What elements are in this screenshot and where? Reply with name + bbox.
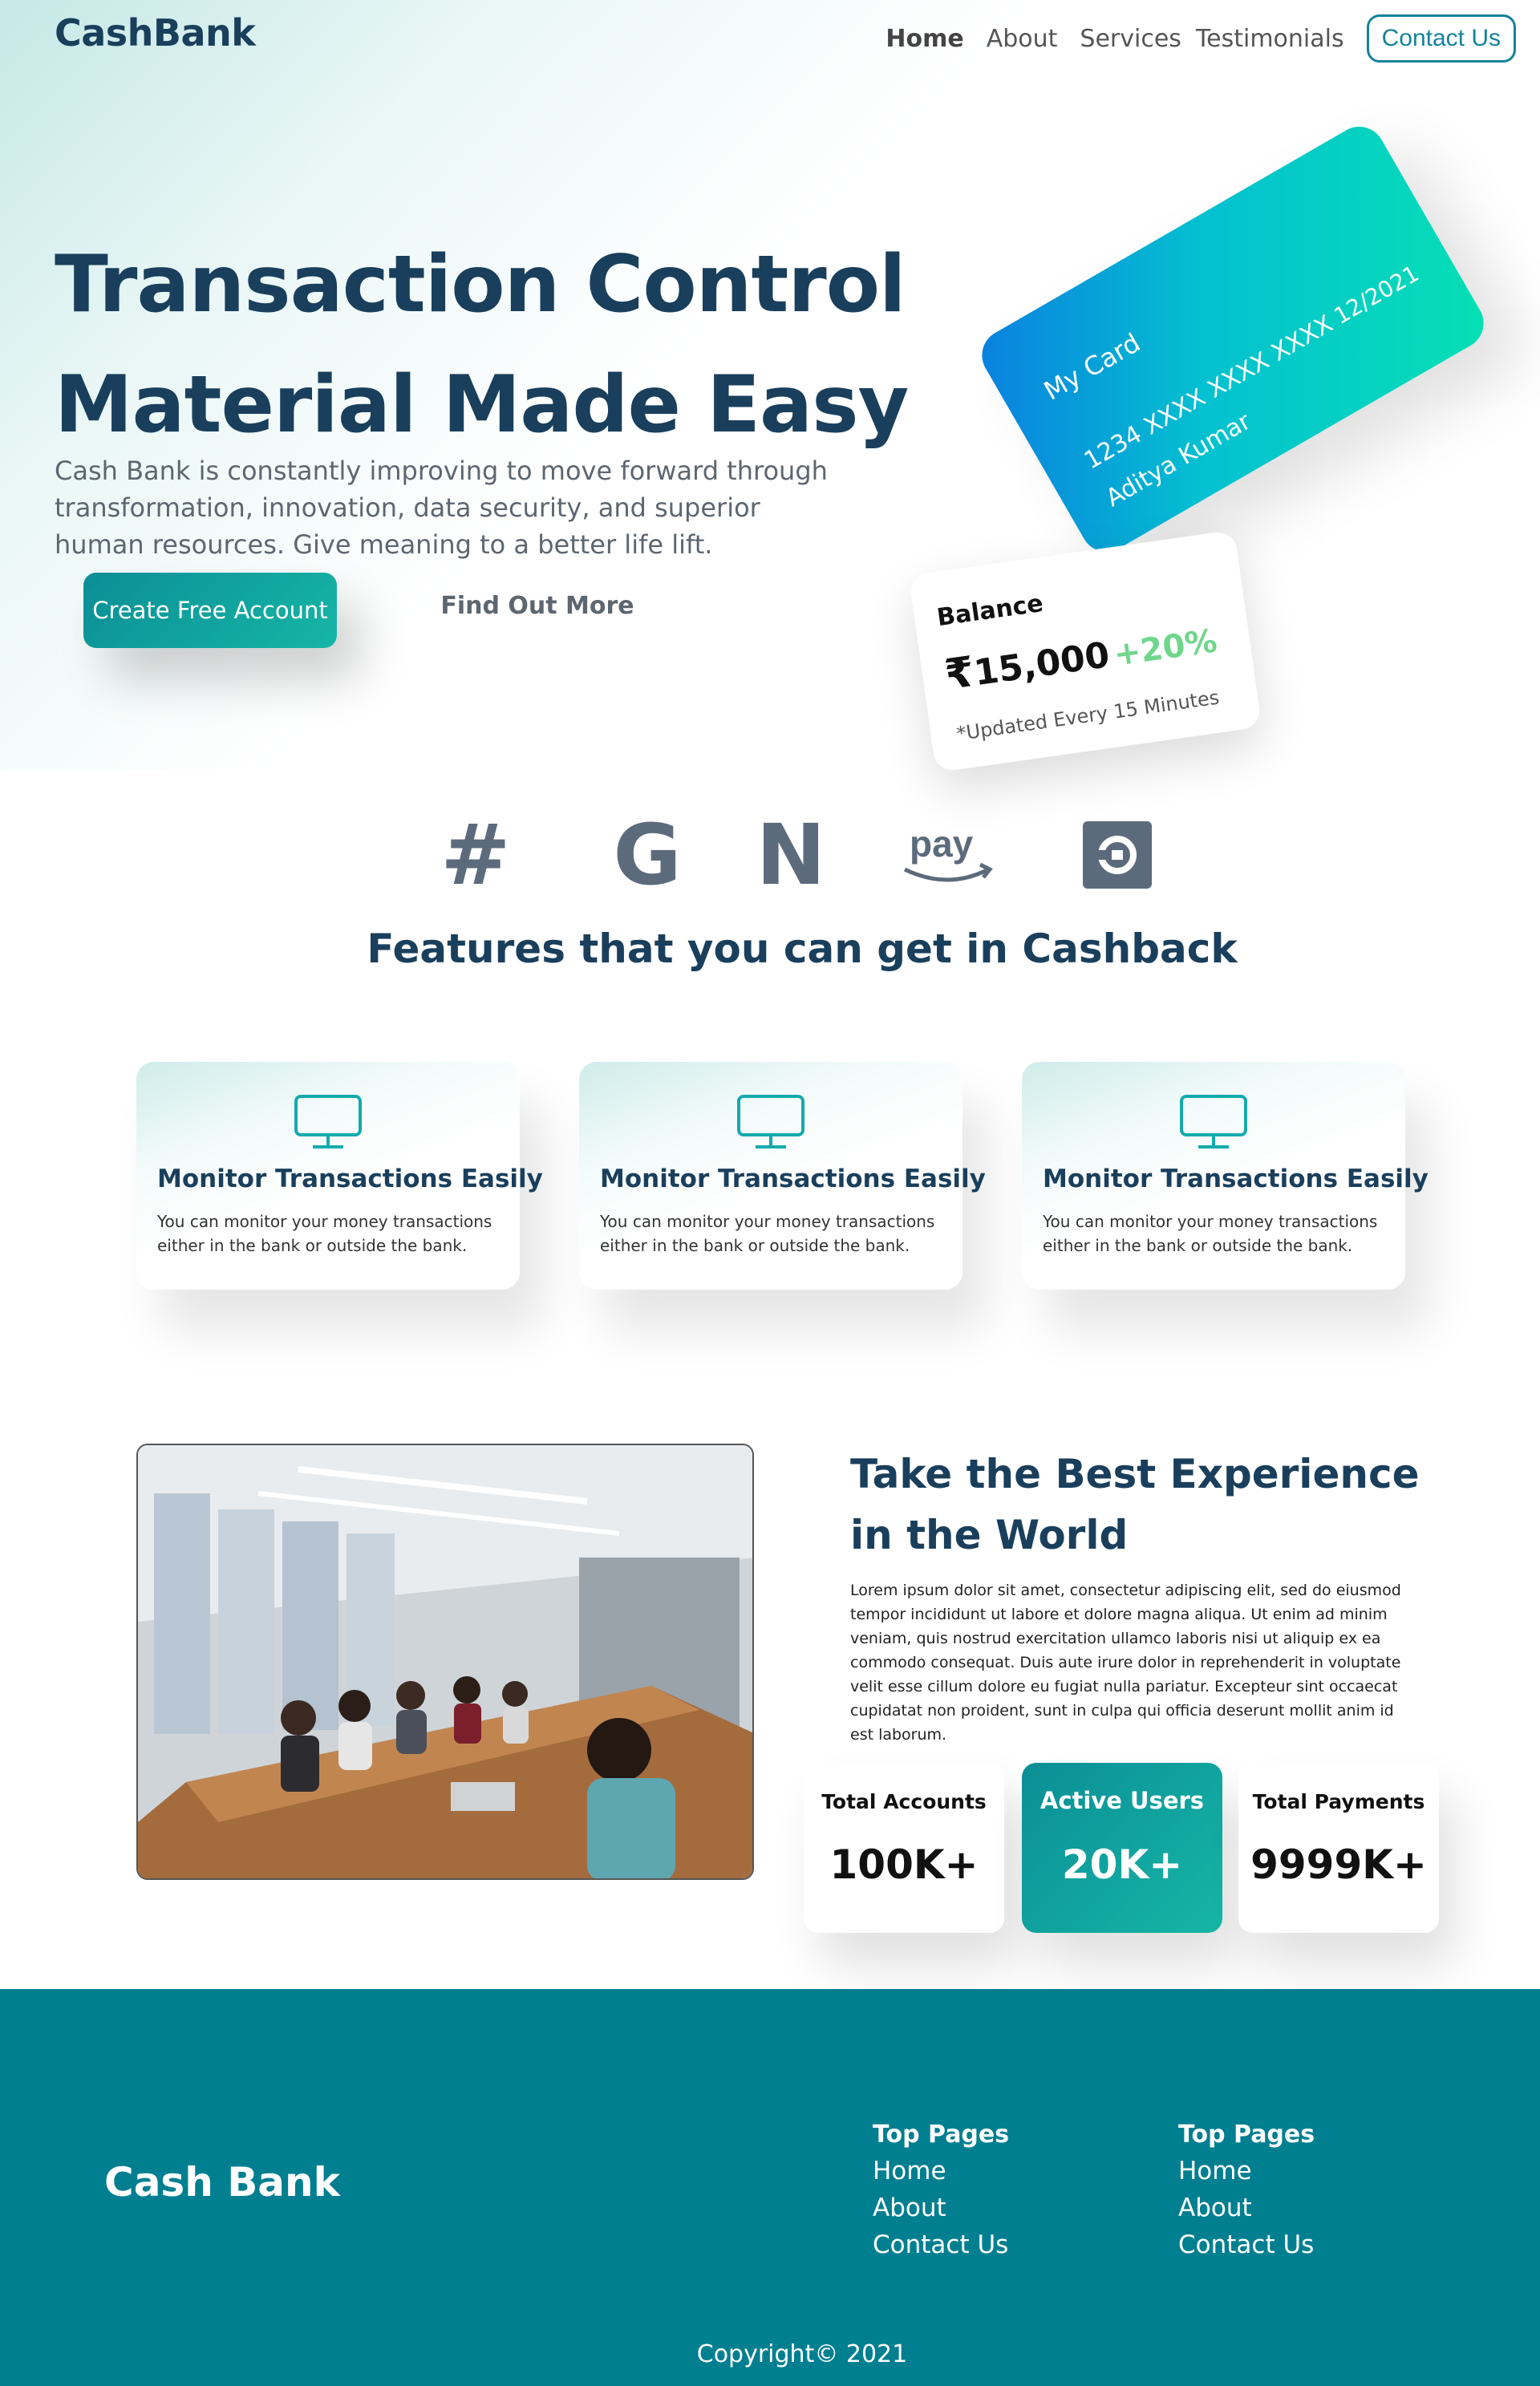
monitor-icon <box>1180 1095 1247 1148</box>
footer-link-contact[interactable]: Contact Us <box>1178 2226 1419 2263</box>
footer-link-home[interactable]: Home <box>1178 2153 1419 2190</box>
feature-description: You can monitor your money transactions … <box>1043 1212 1378 1255</box>
uber-logo-icon <box>1083 816 1152 893</box>
features-title: Features that you can get in Cashback <box>367 926 1238 972</box>
find-out-more-link[interactable]: Find Out More <box>433 592 642 632</box>
monitor-icon <box>294 1095 362 1148</box>
footer-column-title: Top Pages <box>1178 2121 1315 2149</box>
footer-link-about[interactable]: About <box>1178 2190 1419 2226</box>
footer-link-about[interactable]: About <box>873 2190 1113 2226</box>
experience-title: Take the Best Experience in the World <box>850 1451 1420 1558</box>
card-expiry: 12/2021 <box>1329 260 1424 330</box>
nav-link-about[interactable]: About <box>987 25 1058 53</box>
balance-change: +20% <box>1111 622 1220 674</box>
stat-label: Total Payments <box>1252 1790 1425 1813</box>
feature-title: Monitor Transactions Easily <box>600 1165 986 1193</box>
stat-active-users: Active Users 20K+ <box>1022 1763 1222 1933</box>
stat-label: Active Users <box>1040 1787 1205 1814</box>
nav-links: Home About Services Testimonials Contact… <box>886 14 1516 63</box>
partner-logos: # G N pay <box>440 806 1161 904</box>
footer-link-home[interactable]: Home <box>873 2153 1113 2190</box>
card-name: My Card <box>1038 327 1145 407</box>
office-meeting-photo <box>136 1444 754 1880</box>
footer-column: Top Pages Home About Contact Us <box>873 2117 1113 2263</box>
stat-value: 9999K+ <box>1250 1841 1427 1888</box>
footer-column: Top Pages Home About Contact Us <box>1178 2117 1419 2263</box>
feature-card: Monitor Transactions Easily You can moni… <box>136 1062 543 1290</box>
balance-amount-row: ₹15,000+20% <box>942 614 1219 699</box>
balance-title: Balance <box>935 589 1045 633</box>
nav-link-services[interactable]: Services <box>1080 25 1181 53</box>
stat-label: Total Accounts <box>821 1790 987 1813</box>
create-account-button[interactable]: Create Free Account <box>83 573 337 648</box>
balance-updated-note: *Updated Every 15 Minutes <box>954 686 1221 746</box>
stat-value: 20K+ <box>1061 1841 1183 1888</box>
svg-text:pay: pay <box>910 823 974 865</box>
experience-body: Lorem ipsum dolor sit amet, consectetur … <box>850 1582 1401 1744</box>
feature-title: Monitor Transactions Easily <box>1043 1165 1429 1193</box>
google-logo-icon: G <box>613 806 682 904</box>
hero-subtitle: Cash Bank is constantly improving to mov… <box>55 456 828 560</box>
site-logo[interactable]: CashBank <box>55 11 256 55</box>
stat-value: 100K+ <box>829 1841 979 1888</box>
footer-link-contact[interactable]: Contact Us <box>873 2226 1113 2263</box>
netflix-logo-icon: N <box>756 806 826 904</box>
footer-brand: Cash Bank <box>104 2159 340 2206</box>
feature-description: You can monitor your money transactions … <box>157 1212 492 1255</box>
copyright: Copyright© 2021 <box>696 2340 908 2368</box>
nav-link-testimonials[interactable]: Testimonials <box>1196 25 1344 53</box>
amazon-pay-logo-icon: pay <box>900 816 996 893</box>
hashtag-logo-icon: # <box>440 806 511 904</box>
footer-column-title: Top Pages <box>873 2121 1010 2149</box>
balance-amount: 15,000 <box>971 634 1112 695</box>
feature-title: Monitor Transactions Easily <box>157 1165 543 1193</box>
hero-title: Transaction Control Material Made Easy <box>55 239 909 451</box>
feature-description: You can monitor your money transactions … <box>600 1212 935 1255</box>
contact-us-button[interactable]: Contact Us <box>1366 14 1516 63</box>
stat-total-accounts: Total Accounts 100K+ <box>804 1763 1004 1933</box>
feature-card: Monitor Transactions Easily You can moni… <box>579 1062 986 1290</box>
feature-card: Monitor Transactions Easily You can moni… <box>1022 1062 1429 1290</box>
top-navigation: CashBank Home About Services Testimonial… <box>0 0 1540 72</box>
stat-total-payments: Total Payments 9999K+ <box>1238 1763 1439 1933</box>
footer: Cash Bank Top Pages Home About Contact U… <box>0 1989 1540 2386</box>
nav-link-home[interactable]: Home <box>886 25 963 53</box>
monitor-icon <box>737 1095 804 1148</box>
